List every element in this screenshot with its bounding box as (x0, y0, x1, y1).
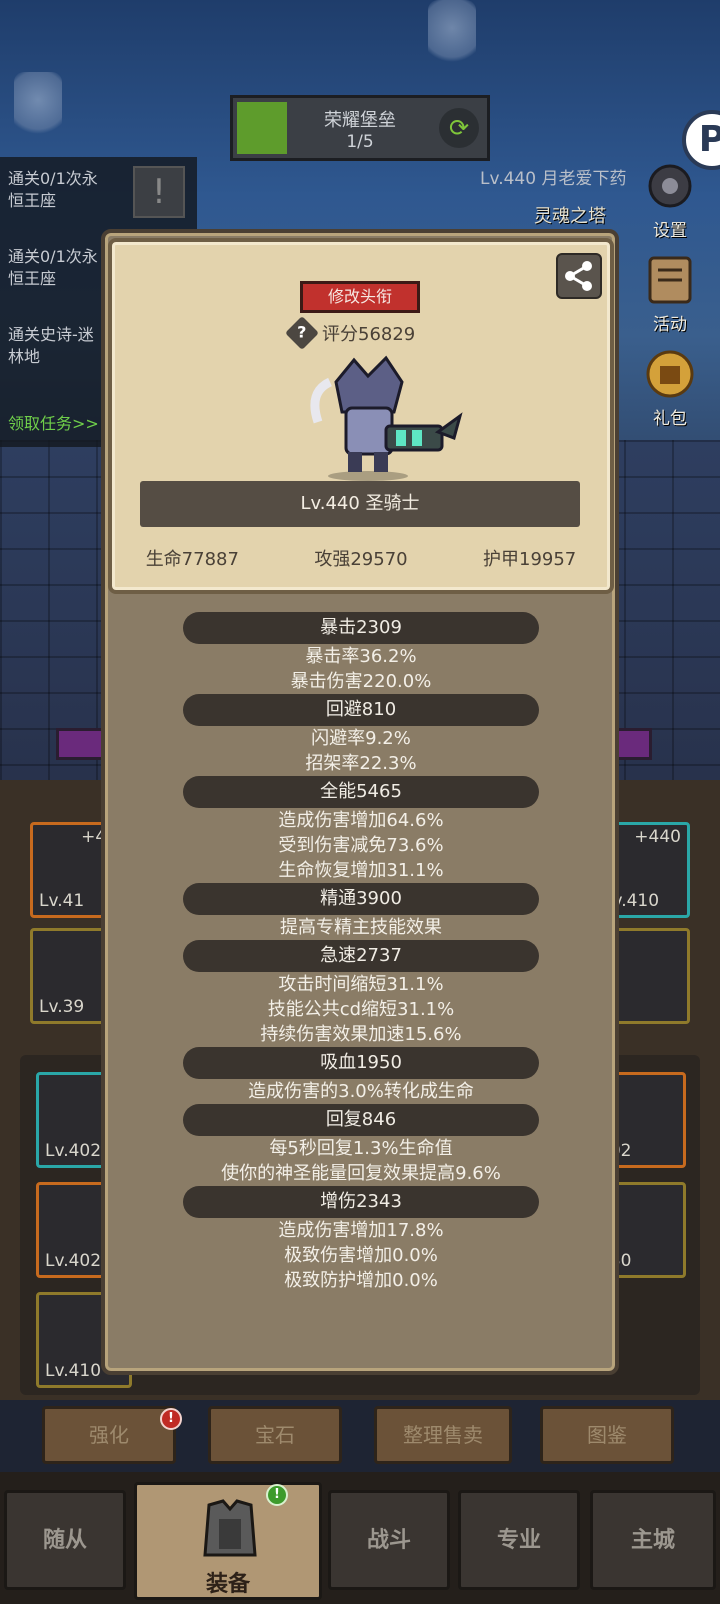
slot-level: Lv.402 (45, 1141, 102, 1161)
stat-detail: 受到伤害减免73.6% (278, 835, 444, 856)
armor-icon (203, 1499, 257, 1557)
tab-followers[interactable]: 随从 (4, 1490, 126, 1590)
enhance-button[interactable]: 强化 (42, 1406, 176, 1464)
stat-detail: 攻击时间缩短31.1% (278, 974, 444, 995)
stat-detail: 生命恢复增加31.1% (278, 860, 444, 881)
claim-quest-link[interactable]: 领取任务>> (8, 410, 99, 434)
stat-group-header: 暴击2309 (183, 612, 539, 644)
slot-enhance-level: +440 (634, 827, 681, 847)
gear-icon (648, 164, 692, 208)
stat-detail: 提高专精主技能效果 (280, 917, 442, 938)
stat-group-header: 全能5465 (183, 776, 539, 808)
stat-detail: 使你的神圣能量回复效果提高9.6% (221, 1163, 501, 1184)
gem-button[interactable]: 宝石 (208, 1406, 342, 1464)
stat-detail: 每5秒回复1.3%生命值 (269, 1138, 453, 1159)
gift-pack-icon (646, 350, 694, 398)
stat-group-header: 增伤2343 (183, 1186, 539, 1218)
attack-stat: 攻强29570 (314, 549, 408, 570)
scroll-icon (648, 256, 692, 304)
lantern-decoration (14, 72, 62, 142)
slot-level: Lv.39 (39, 997, 85, 1017)
events-label: 活动 (653, 315, 687, 335)
tab-battle[interactable]: 战斗 (328, 1490, 450, 1590)
gift-button[interactable]: 礼包 (634, 346, 706, 429)
stat-detail: 持续伤害效果加速15.6% (260, 1024, 462, 1045)
score-row: ? 评分56829 (285, 316, 416, 350)
stat-group-header: 吸血1950 (183, 1047, 539, 1079)
armor-stat: 护甲19957 (483, 549, 577, 570)
tab-equipment[interactable]: 装备 (134, 1482, 322, 1600)
paladin-hero-sprite (310, 355, 463, 481)
stat-detail: 闪避率9.2% (311, 728, 411, 749)
stat-detail: 暴击率36.2% (305, 646, 417, 667)
change-title-button[interactable]: 修改头衔 (300, 281, 420, 313)
slot-level: Lv.41 (39, 891, 85, 911)
settings-button[interactable]: 设置 (634, 158, 706, 241)
settings-label: 设置 (653, 221, 687, 241)
soul-tower-label[interactable]: 灵魂之塔 (534, 202, 606, 228)
quest-item[interactable]: 通关0/1次永恒王座 (8, 246, 104, 290)
primary-stats: 生命77887 攻强29570 护甲19957 (108, 545, 614, 571)
codex-button[interactable]: 图鉴 (540, 1406, 674, 1464)
tab-profession[interactable]: 专业 (458, 1490, 580, 1590)
stat-detail: 造成伤害的3.0%转化成生命 (248, 1081, 474, 1102)
stat-group-header: 回避810 (183, 694, 539, 726)
stat-detail: 招架率22.3% (305, 753, 417, 774)
player-title: Lv.440 月老爱下药 (480, 169, 627, 189)
stage-progress-box[interactable]: 荣耀堡垒 1/5 ⟳ (230, 95, 490, 161)
share-icon (565, 261, 592, 291)
alert-icon[interactable]: ! (133, 166, 185, 218)
hero-level-class: Lv.440 圣骑士 (140, 481, 580, 527)
lantern-decoration (428, 0, 476, 70)
tab-main-city[interactable]: 主城 (590, 1490, 716, 1590)
slot-level: Lv.410 (45, 1361, 102, 1381)
refresh-icon[interactable]: ⟳ (439, 108, 479, 148)
hp-stat: 生命77887 (145, 549, 239, 570)
hero-health-bar (56, 728, 104, 760)
stat-detail: 造成伤害增加17.8% (278, 1220, 444, 1241)
score-value: 评分56829 (322, 324, 416, 345)
events-button[interactable]: 活动 (634, 252, 706, 335)
stat-detail: 造成伤害增加64.6% (278, 810, 444, 831)
stat-detail: 极致防护增加0.0% (284, 1270, 438, 1291)
tab-equipment-label: 装备 (205, 1572, 250, 1597)
quest-item[interactable]: 通关史诗-迷林地 (8, 324, 104, 368)
help-icon[interactable]: ? (285, 316, 319, 350)
sort-sell-button[interactable]: 整理售卖 (374, 1406, 512, 1464)
stat-detail: 极致伤害增加0.0% (284, 1245, 438, 1266)
stat-detail: 暴击伤害220.0% (290, 671, 432, 692)
stat-group-header: 急速2737 (183, 940, 539, 972)
share-button[interactable] (556, 253, 602, 299)
notification-badge: ! (266, 1484, 288, 1506)
stat-group-header: 回复846 (183, 1104, 539, 1136)
notification-badge: ! (160, 1408, 182, 1430)
quest-item[interactable]: 通关0/1次永恒王座 (8, 168, 104, 212)
gift-label: 礼包 (653, 409, 687, 429)
stat-detail: 技能公共cd缩短31.1% (267, 999, 455, 1020)
slot-level: Lv.402 (45, 1251, 102, 1271)
stat-group-header: 精通3900 (183, 883, 539, 915)
secondary-stats-list: 暴击2309 暴击率36.2% 暴击伤害220.0% 回避810 闪避率9.2% 招架率2… (108, 612, 614, 1293)
